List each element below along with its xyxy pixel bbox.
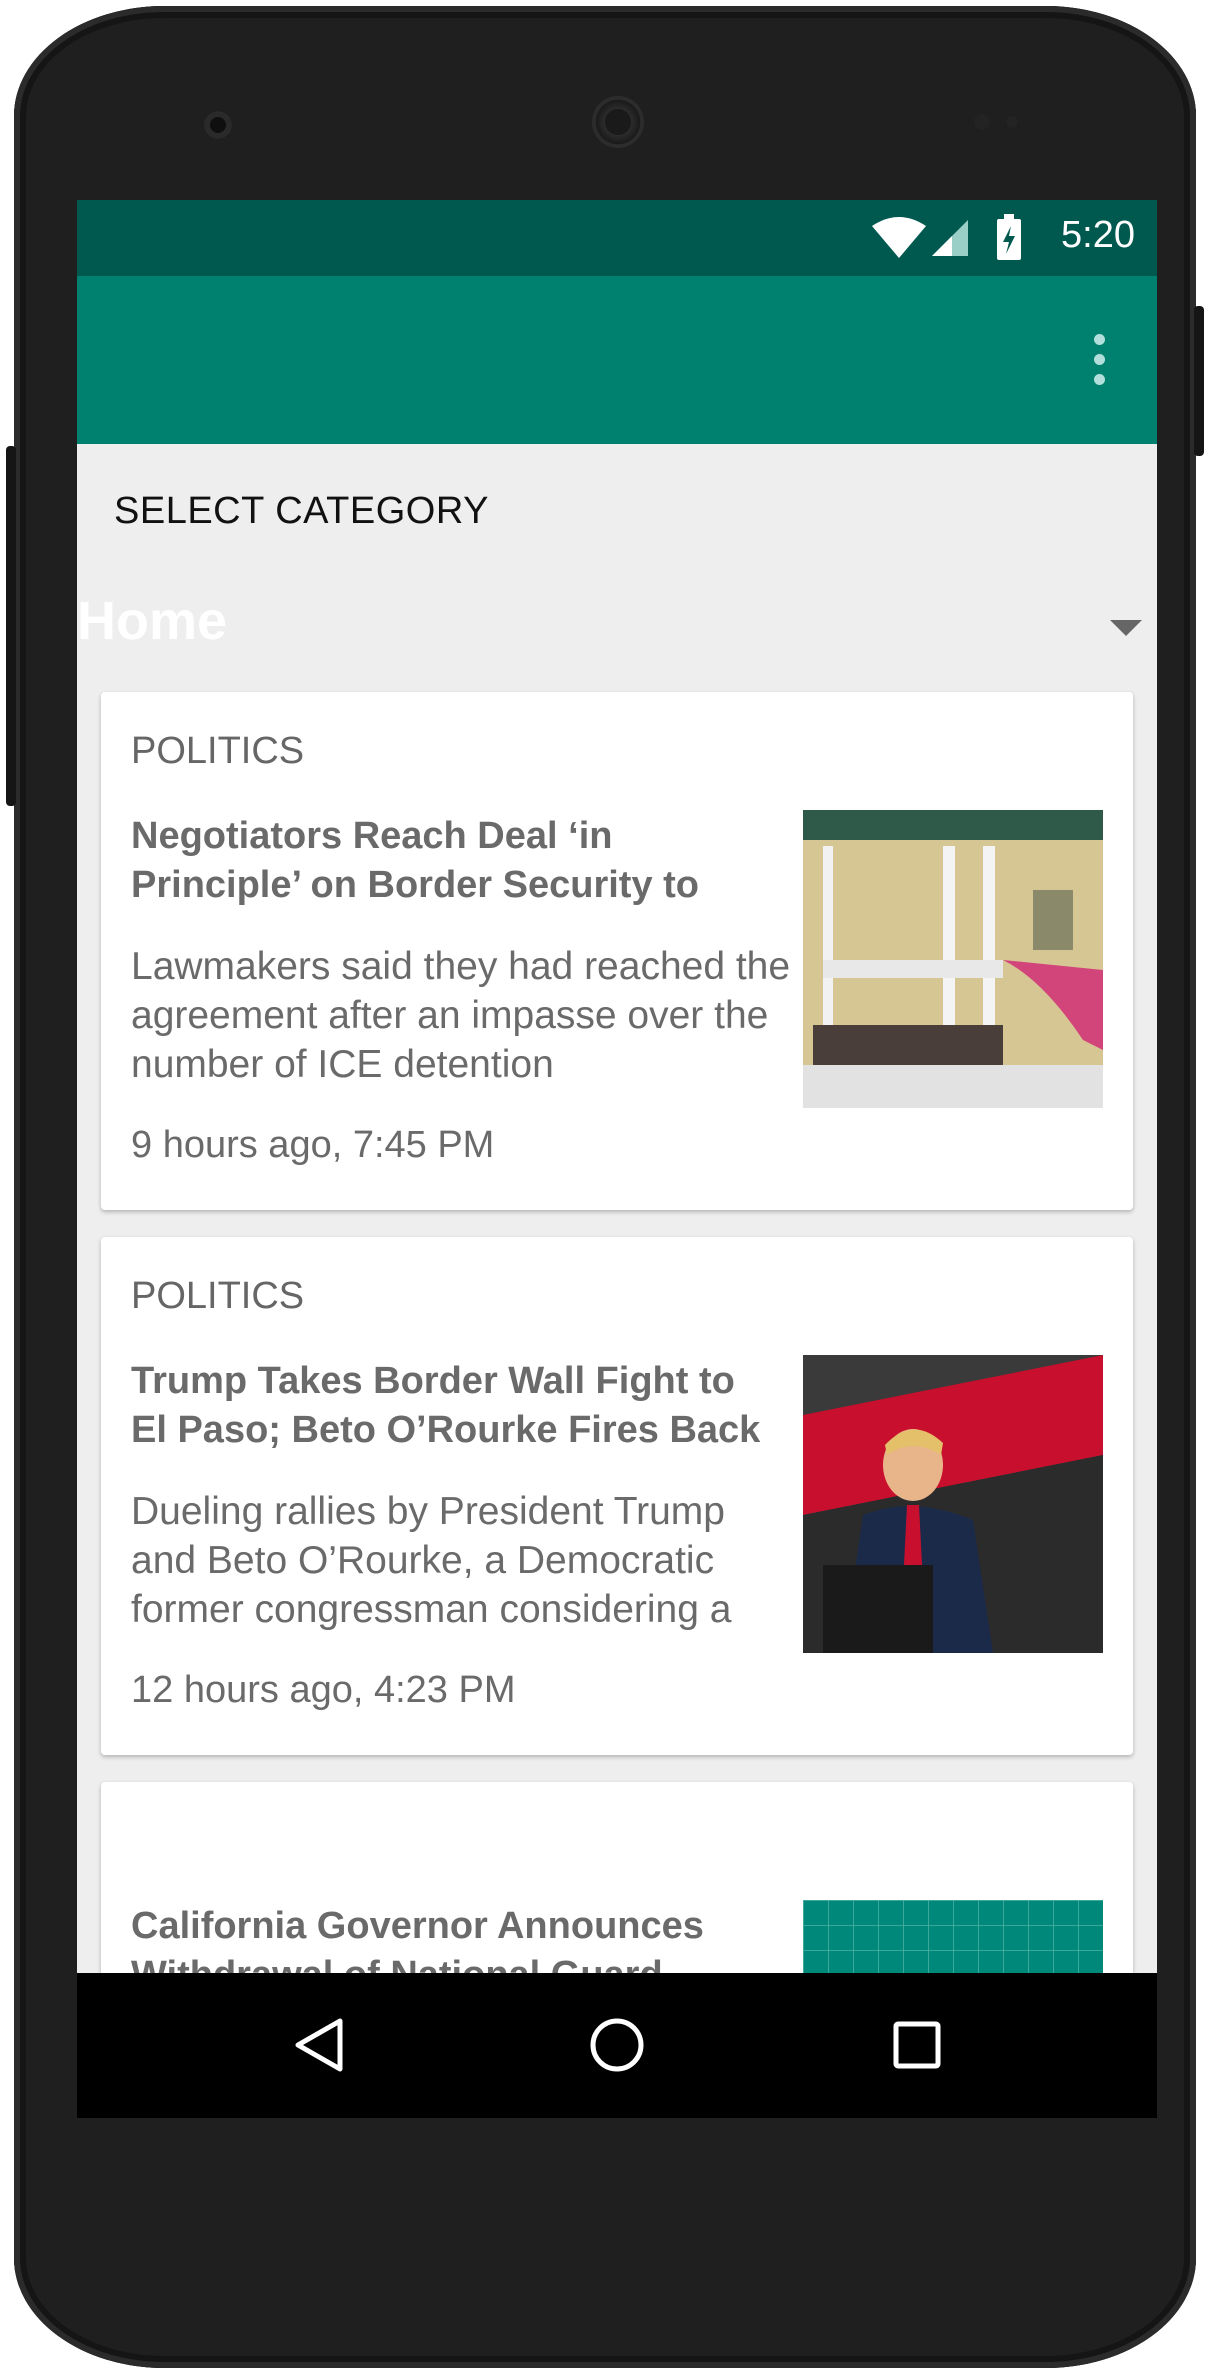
overflow-menu-icon[interactable] bbox=[1091, 334, 1107, 386]
phone-frame: 5:20 SELECT CATEGORY Home POLITICS Negot… bbox=[6, 6, 1204, 2368]
back-icon[interactable] bbox=[290, 2015, 350, 2075]
navigation-bar bbox=[77, 1973, 1157, 2118]
wifi-icon bbox=[872, 217, 926, 258]
front-camera bbox=[204, 111, 232, 139]
recents-icon[interactable] bbox=[887, 2015, 947, 2075]
power-button bbox=[1194, 306, 1204, 456]
dropdown-arrow-icon[interactable] bbox=[1110, 620, 1142, 636]
article-title: Trump Takes Border Wall Fight to El Paso… bbox=[131, 1360, 761, 1451]
article-category: POLITICS bbox=[131, 1275, 305, 1317]
proximity-sensor bbox=[974, 114, 990, 130]
article-card[interactable]: POLITICS Negotiators Reach Deal ‘in Prin… bbox=[101, 692, 1133, 1210]
select-category-label: SELECT CATEGORY bbox=[114, 490, 489, 532]
article-card[interactable]: POLITICS Trump Takes Border Wall Fight t… bbox=[101, 1237, 1133, 1755]
article-description: Lawmakers said they had reached the agre… bbox=[131, 945, 791, 1086]
category-spinner[interactable]: Home bbox=[77, 590, 227, 652]
cell-signal-icon bbox=[932, 220, 968, 256]
article-category: POLITICS bbox=[131, 730, 305, 772]
battery-charging-icon bbox=[997, 214, 1021, 260]
article-description: Dueling rallies by President Trump and B… bbox=[131, 1490, 732, 1631]
status-time: 5:20 bbox=[1061, 214, 1135, 256]
screen: 5:20 SELECT CATEGORY Home POLITICS Negot… bbox=[77, 200, 1157, 2118]
article-thumbnail bbox=[803, 1355, 1103, 1653]
rally-speech-photo bbox=[803, 1355, 1103, 1653]
article-time: 9 hours ago, 7:45 PM bbox=[131, 1124, 495, 1166]
earpiece-speaker bbox=[592, 96, 644, 148]
detention-bunk-photo bbox=[803, 810, 1103, 1108]
home-icon[interactable] bbox=[587, 2015, 647, 2075]
status-bar: 5:20 bbox=[77, 200, 1157, 276]
article-title: Negotiators Reach Deal ‘in Principle’ on… bbox=[131, 815, 700, 906]
volume-button bbox=[6, 446, 16, 806]
app-bar bbox=[77, 276, 1157, 444]
article-time: 12 hours ago, 4:23 PM bbox=[131, 1669, 516, 1711]
light-sensor bbox=[1006, 116, 1018, 128]
article-thumbnail bbox=[803, 810, 1103, 1108]
